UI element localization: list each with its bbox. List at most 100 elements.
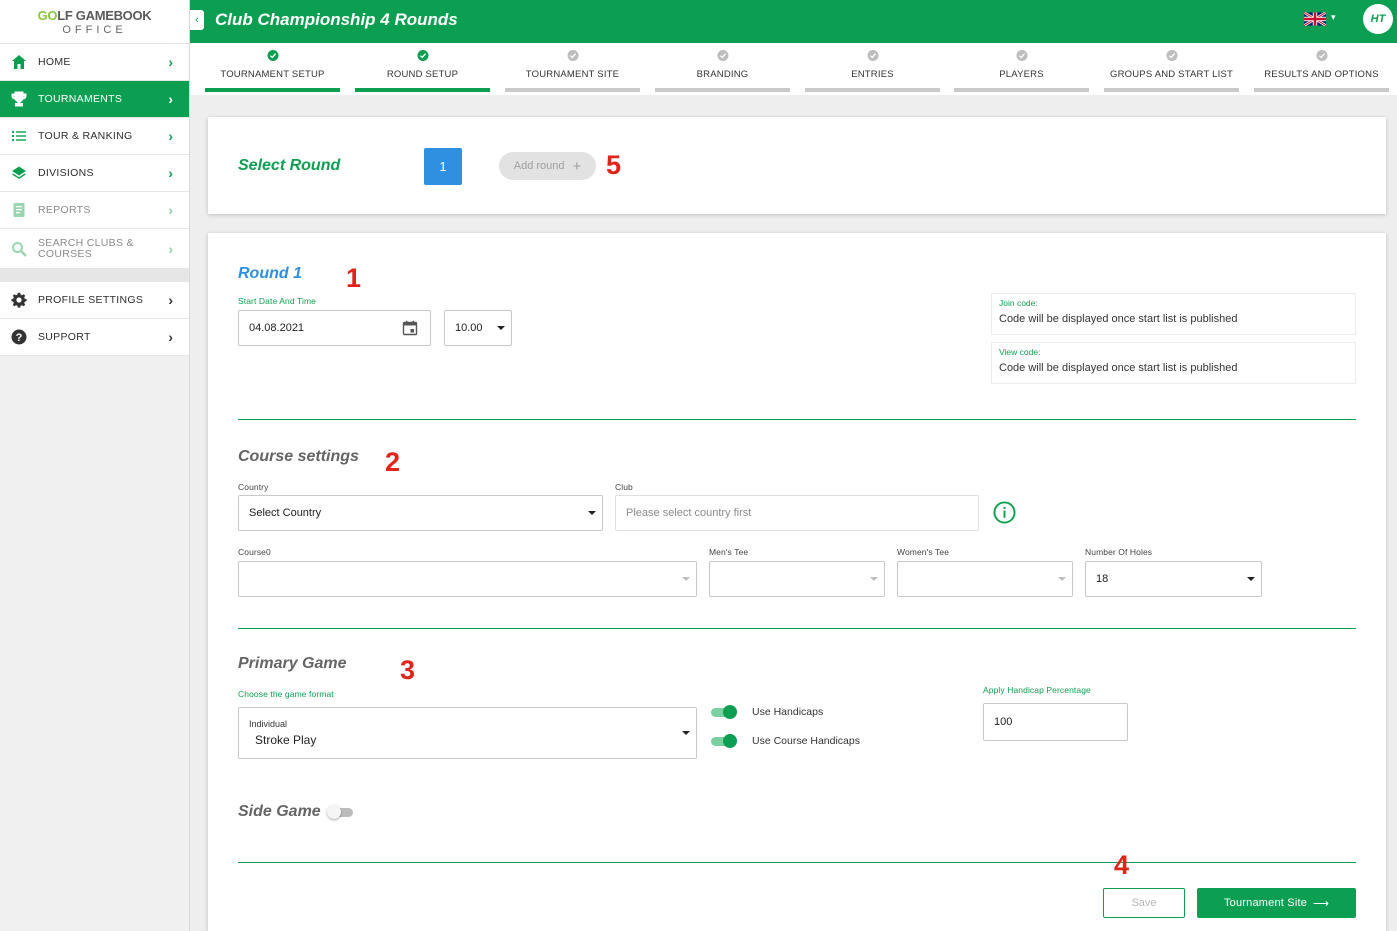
step-progress-bar	[655, 88, 790, 92]
page-title: Club Championship 4 Rounds	[215, 10, 458, 29]
join-code-value: Code will be displayed once start list i…	[999, 313, 1238, 325]
add-round-button[interactable]: Add round +	[499, 152, 596, 180]
start-time-select[interactable]: 10.00	[444, 310, 512, 346]
step-branding[interactable]: BRANDING	[655, 43, 790, 95]
step-progress-bar	[355, 88, 490, 92]
sidebar-item-label: REPORTS	[38, 203, 91, 216]
womens-tee-select[interactable]	[897, 561, 1073, 597]
tournament-site-button[interactable]: Tournament Site ⟶	[1197, 888, 1356, 918]
start-time-value: 10.00	[455, 322, 483, 334]
step-progress-bar	[805, 88, 940, 92]
chevron-right-icon: ›	[168, 54, 173, 70]
step-entries[interactable]: ENTRIES	[805, 43, 940, 95]
save-button[interactable]: Save	[1103, 888, 1185, 918]
club-placeholder: Please select country first	[626, 507, 752, 519]
chevron-right-icon: ›	[168, 91, 173, 107]
step-label: ENTRIES	[851, 69, 894, 80]
game-format-value: Stroke Play	[255, 733, 317, 747]
mens-tee-select[interactable]	[709, 561, 885, 597]
use-handicaps-label: Use Handicaps	[752, 706, 824, 718]
holes-select[interactable]: 18	[1085, 561, 1262, 597]
sidebar-item-label: SUPPORT	[38, 330, 91, 343]
join-code-label: Join code:	[999, 298, 1038, 308]
join-code-box: Join code: Code will be displayed once s…	[991, 293, 1356, 335]
check-icon	[567, 50, 578, 61]
step-tournament-setup[interactable]: TOURNAMENT SETUP	[205, 43, 340, 95]
step-progress-bar	[954, 88, 1089, 92]
step-label: RESULTS AND OPTIONS	[1264, 69, 1379, 80]
annotation-5: 5	[606, 150, 622, 180]
game-format-select[interactable]: Individual Stroke Play	[238, 707, 697, 759]
view-code-label: View code:	[999, 347, 1041, 357]
avatar[interactable]: HT	[1363, 4, 1393, 34]
logo-wordmark: GOLF GAMEBOOK	[37, 7, 152, 23]
sidebar-item-support[interactable]: ? SUPPORT ›	[0, 319, 189, 356]
sidebar-item-tournaments[interactable]: TOURNAMENTS ›	[0, 81, 189, 118]
step-label: ROUND SETUP	[386, 69, 459, 80]
annotation-1: 1	[346, 263, 362, 293]
check-icon	[1166, 50, 1177, 61]
use-course-handicaps-toggle[interactable]	[709, 734, 737, 748]
layers-icon	[10, 164, 28, 182]
course-label: Course0	[238, 547, 271, 557]
use-course-handicaps-label: Use Course Handicaps	[752, 735, 860, 747]
chevron-right-icon: ›	[168, 292, 173, 308]
handicap-percentage-input[interactable]: 100	[983, 703, 1128, 741]
caret-down-icon	[682, 577, 690, 581]
check-icon	[867, 50, 878, 61]
step-label: GROUPS AND START LIST	[1110, 69, 1233, 80]
step-label: TOURNAMENT SETUP	[220, 69, 325, 80]
uk-flag-icon[interactable]	[1304, 12, 1326, 26]
caret-down-icon	[1247, 577, 1255, 581]
sidebar-spacer	[0, 269, 189, 282]
course-select[interactable]	[238, 561, 697, 597]
sidebar-collapse-button[interactable]: ‹	[190, 10, 204, 30]
step-results-options[interactable]: RESULTS AND OPTIONS	[1254, 43, 1389, 95]
caret-down-icon	[1058, 577, 1066, 581]
round-1-button[interactable]: 1	[424, 148, 462, 185]
section-divider	[238, 862, 1356, 863]
language-caret-icon[interactable]: ▾	[1331, 12, 1336, 23]
report-icon	[10, 201, 28, 219]
round-settings-card: Round 1 1 Start Date And Time 04.08.2021…	[208, 233, 1386, 931]
sidebar-item-divisions[interactable]: DIVISIONS ›	[0, 155, 189, 192]
step-players[interactable]: PLAYERS	[954, 43, 1089, 95]
logo[interactable]: GOLF GAMEBOOK OFFICE	[0, 0, 189, 44]
sidebar-item-label: SEARCH CLUBS & COURSES	[38, 236, 134, 260]
use-handicaps-toggle[interactable]	[709, 705, 737, 719]
sidebar-item-reports[interactable]: REPORTS ›	[0, 192, 189, 229]
view-code-box: View code: Code will be displayed once s…	[991, 342, 1356, 384]
country-select[interactable]: Select Country	[238, 495, 603, 531]
side-game-toggle[interactable]	[327, 805, 355, 819]
chevron-right-icon: ›	[168, 165, 173, 181]
club-input[interactable]: Please select country first	[615, 495, 979, 531]
game-format-category: Individual	[249, 719, 288, 729]
sidebar-item-home[interactable]: HOME ›	[0, 44, 189, 81]
step-groups-start-list[interactable]: GROUPS AND START LIST	[1104, 43, 1239, 95]
sidebar-item-profile-settings[interactable]: PROFILE SETTINGS ›	[0, 282, 189, 319]
annotation-4: 4	[1114, 850, 1130, 880]
home-icon	[10, 53, 28, 71]
womens-tee-label: Women's Tee	[897, 547, 950, 557]
view-code-value: Code will be displayed once start list i…	[999, 362, 1238, 374]
sidebar-item-label: TOURNAMENTS	[38, 92, 123, 105]
calendar-icon[interactable]	[402, 320, 418, 336]
step-tournament-site[interactable]: TOURNAMENT SITE	[505, 43, 640, 95]
primary-game-title: Primary Game	[238, 655, 347, 672]
check-icon	[417, 50, 428, 61]
step-label: TOURNAMENT SITE	[525, 69, 620, 80]
caret-down-icon	[497, 326, 505, 330]
start-date-input[interactable]: 04.08.2021	[238, 310, 431, 346]
list-icon	[10, 127, 28, 145]
annotation-3: 3	[400, 655, 416, 685]
handicap-percentage-value: 100	[994, 716, 1013, 728]
section-divider	[238, 419, 1356, 420]
step-round-setup[interactable]: ROUND SETUP	[355, 43, 490, 95]
sidebar-item-search-clubs[interactable]: SEARCH CLUBS & COURSES ›	[0, 229, 189, 269]
trophy-icon	[10, 90, 28, 108]
search-icon	[10, 240, 28, 258]
info-icon[interactable]	[993, 501, 1016, 524]
handicap-percentage-label: Apply Handicap Percentage	[983, 685, 1091, 695]
sidebar-item-tour-ranking[interactable]: TOUR & RANKING ›	[0, 118, 189, 155]
holes-label: Number Of Holes	[1085, 547, 1153, 557]
